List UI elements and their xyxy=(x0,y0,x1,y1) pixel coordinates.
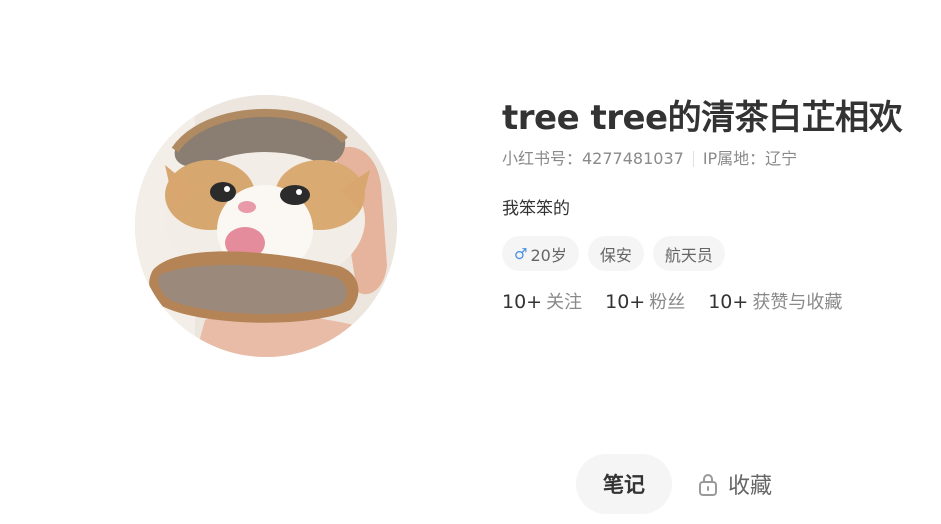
profile-description: 我笨笨的 xyxy=(502,199,570,219)
profile-stats: 10+ 关注 10+ 粉丝 10+ 获赞与收藏 xyxy=(502,289,932,316)
location-text: 保安 xyxy=(599,245,632,265)
nickname: tree tree的清茶白芷相欢 xyxy=(502,98,903,138)
profile-info: tree tree的清茶白芷相欢 小红书号：4277481037 IP属地：辽宁… xyxy=(502,96,932,316)
fans-label: 粉丝 xyxy=(649,292,686,313)
user-id: 小红书号：4277481037 xyxy=(502,149,684,168)
occupation-text: 航天员 xyxy=(664,245,713,265)
ip-location: IP属地：辽宁 xyxy=(702,149,798,168)
fans-stat[interactable]: 10+ 粉丝 xyxy=(605,289,685,316)
content-tabs: 笔记 收藏 xyxy=(576,454,772,514)
likes-stat[interactable]: 10+ 获赞与收藏 xyxy=(708,289,842,316)
meta-divider xyxy=(692,151,694,167)
likes-count: 10+ xyxy=(708,291,749,313)
lock-icon xyxy=(699,474,717,496)
likes-label: 获赞与收藏 xyxy=(752,292,843,313)
following-stat[interactable]: 10+ 关注 xyxy=(502,289,582,316)
avatar-image xyxy=(135,95,397,357)
tab-collections[interactable]: 收藏 xyxy=(698,468,772,500)
age-tag: ♂ 20岁 xyxy=(502,236,579,271)
fans-count: 10+ xyxy=(605,291,646,313)
tab-notes[interactable]: 笔记 xyxy=(576,454,672,514)
profile-tags: ♂ 20岁 保安 航天员 xyxy=(502,236,932,271)
avatar[interactable] xyxy=(135,95,397,357)
tab-collections-label: 收藏 xyxy=(728,474,773,499)
age-text: 20岁 xyxy=(530,245,567,265)
profile-page: tree tree的清茶白芷相欢 小红书号：4277481037 IP属地：辽宁… xyxy=(0,0,941,524)
occupation-tag: 航天员 xyxy=(652,236,725,271)
location-tag: 保安 xyxy=(587,236,644,271)
following-count: 10+ xyxy=(502,291,543,313)
following-label: 关注 xyxy=(546,292,583,313)
male-icon: ♂ xyxy=(514,244,528,263)
profile-meta: 小红书号：4277481037 IP属地：辽宁 xyxy=(502,148,932,170)
